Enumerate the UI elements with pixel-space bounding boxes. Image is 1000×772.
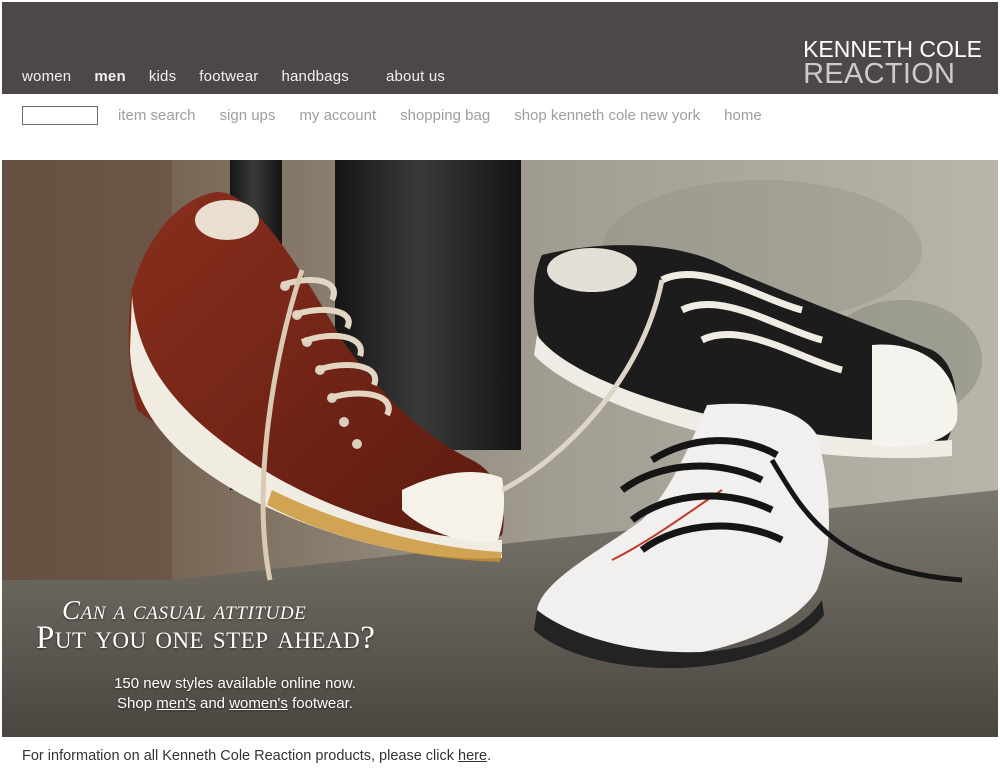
secondary-nav: item search sign ups my account shopping… bbox=[22, 104, 786, 126]
womens-footwear-link[interactable]: women's bbox=[229, 695, 288, 712]
my-account-link[interactable]: my account bbox=[299, 107, 376, 124]
hero-headline: Can a casual attitude Put you one step a… bbox=[36, 595, 375, 657]
headline-line2: Put you one step ahead? bbox=[36, 620, 376, 656]
item-search-input[interactable] bbox=[22, 105, 98, 125]
hero-tagline: 150 new styles available online now. Sho… bbox=[96, 674, 374, 714]
nav-handbags[interactable]: handbags bbox=[281, 68, 349, 85]
footer-period: . bbox=[487, 748, 492, 764]
shopping-bag-link[interactable]: shopping bag bbox=[400, 107, 490, 124]
nav-women[interactable]: women bbox=[22, 68, 71, 85]
nav-kids[interactable]: kids bbox=[149, 68, 176, 85]
item-search-link[interactable]: item search bbox=[118, 107, 196, 124]
header-bar: women men kids footwear handbags about u… bbox=[2, 2, 998, 94]
sign-ups-link[interactable]: sign ups bbox=[220, 107, 276, 124]
nav-about-us[interactable]: about us bbox=[386, 68, 445, 85]
footer-info: For information on all Kenneth Cole Reac… bbox=[22, 748, 491, 764]
nav-footwear[interactable]: footwear bbox=[199, 68, 258, 85]
shop-kenneth-cole-ny-link[interactable]: shop kenneth cole new york bbox=[514, 107, 700, 124]
tagline-line2: Shop men's and women's footwear. bbox=[96, 694, 374, 714]
main-nav: women men kids footwear handbags about u… bbox=[22, 68, 468, 85]
nav-men[interactable]: men bbox=[94, 68, 125, 85]
mens-footwear-link[interactable]: men's bbox=[156, 695, 196, 712]
home-link[interactable]: home bbox=[724, 107, 762, 124]
tagline-line1: 150 new styles available online now. bbox=[114, 675, 356, 692]
logo-line2: REACTION bbox=[803, 58, 956, 90]
footer-text: For information on all Kenneth Cole Reac… bbox=[22, 748, 455, 764]
brand-logo[interactable]: KENNETH COLE REACTION bbox=[803, 38, 982, 89]
hero-banner[interactable]: Can a casual attitude Put you one step a… bbox=[2, 160, 998, 737]
tagline-shop-text: Shop bbox=[117, 695, 153, 712]
tagline-and-text: and bbox=[199, 695, 226, 712]
footer-here-link[interactable]: here bbox=[458, 748, 487, 764]
tagline-end-text: footwear. bbox=[292, 695, 353, 712]
